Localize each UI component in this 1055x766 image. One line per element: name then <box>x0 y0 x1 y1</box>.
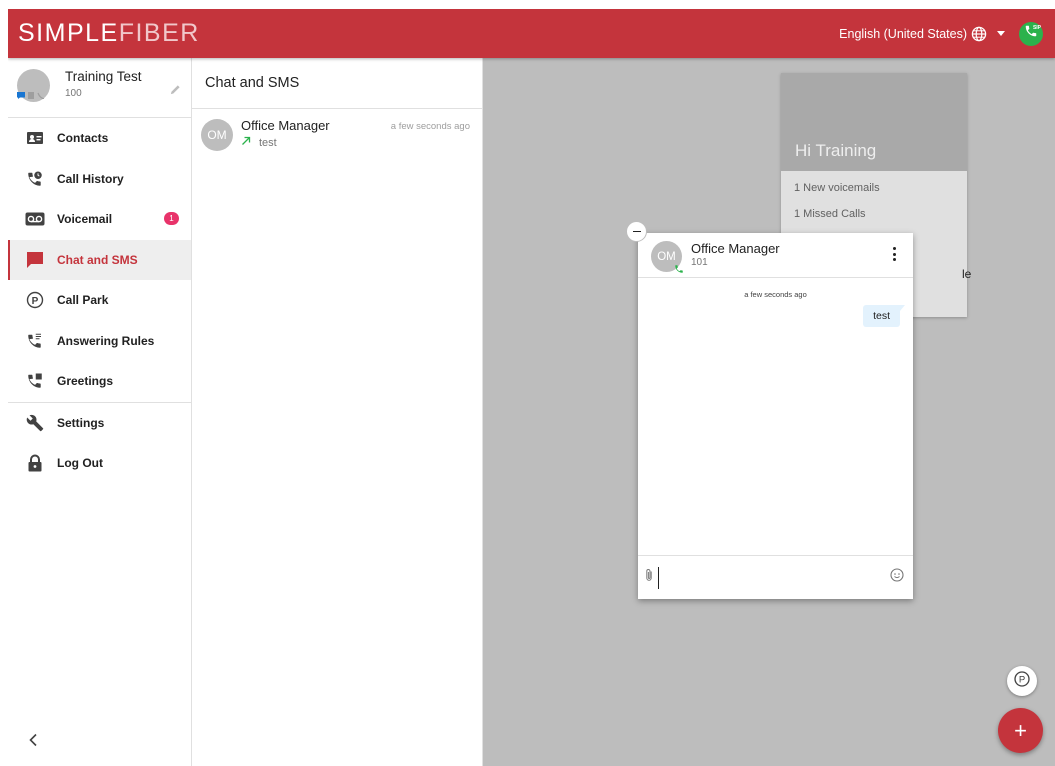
brand-logo: SIMPLEFIBER <box>18 19 200 48</box>
chat-window-header: OM Office Manager 101 <box>638 233 913 278</box>
outgoing-arrow-icon <box>241 136 251 149</box>
app-window: SIMPLEFIBER English (United States) SIP <box>8 9 1055 766</box>
phone-status-icon <box>37 86 45 104</box>
profile-name: Training Test <box>65 69 142 84</box>
answering-rules-icon <box>25 331 45 351</box>
sidebar-item-contacts[interactable]: Contacts <box>8 118 191 159</box>
contacts-icon <box>25 128 45 148</box>
outgoing-message-bubble: test <box>863 305 905 327</box>
svg-text:P: P <box>1019 674 1025 685</box>
sidebar: Training Test 100 Contacts Call History … <box>8 58 192 766</box>
profile-extension: 100 <box>65 88 82 99</box>
message-composer <box>638 555 913 599</box>
call-park-icon: P <box>25 290 45 310</box>
sidebar-item-label: Chat and SMS <box>57 252 138 267</box>
conversation-time: a few seconds ago <box>390 121 470 132</box>
new-voicemails-summary[interactable]: 1 New voicemails <box>781 175 967 201</box>
sidebar-item-label: Voicemail <box>57 212 113 227</box>
chat-window: OM Office Manager 101 a few seconds ago … <box>638 233 913 599</box>
voicemail-icon <box>25 209 45 229</box>
avatar <box>17 69 50 102</box>
language-label: English (United States) <box>839 26 967 41</box>
voicemail-count-badge: 1 <box>164 212 179 225</box>
welcome-greeting: Hi Training <box>795 141 877 160</box>
paperclip-icon[interactable] <box>644 568 654 587</box>
conversation-name: Office Manager <box>241 118 330 133</box>
call-history-icon <box>25 169 45 189</box>
missed-calls-summary[interactable]: 1 Missed Calls <box>781 201 967 227</box>
language-selector[interactable]: English (United States) <box>839 26 987 42</box>
chat-status-icon <box>17 86 25 104</box>
sidebar-item-chat-and-sms[interactable]: Chat and SMS <box>8 239 191 280</box>
add-button[interactable]: + <box>998 708 1043 753</box>
call-park-icon: P <box>1013 670 1031 693</box>
sidebar-item-greetings[interactable]: Greetings <box>8 361 191 402</box>
sidebar-item-call-park[interactable]: P Call Park <box>8 280 191 321</box>
sidebar-item-settings[interactable]: Settings <box>8 403 191 444</box>
greetings-icon <box>25 371 45 391</box>
sidebar-item-label: Call Park <box>57 293 109 308</box>
sidebar-item-call-history[interactable]: Call History <box>8 159 191 200</box>
conversation-item[interactable]: OM Office Manager a few seconds ago test <box>192 109 482 159</box>
minimize-chat-button[interactable] <box>626 221 647 242</box>
welcome-partial-text: le <box>962 267 972 281</box>
globe-icon <box>971 26 987 42</box>
more-options-icon[interactable] <box>893 247 896 261</box>
message-timestamp: a few seconds ago <box>744 290 807 299</box>
collapse-sidebar-chevron-left-icon[interactable] <box>28 733 38 752</box>
sidebar-item-label: Settings <box>57 415 105 430</box>
call-park-fab[interactable]: P <box>1007 666 1037 696</box>
chat-icon <box>25 250 45 270</box>
chat-contact-extension: 101 <box>691 257 708 268</box>
sidebar-item-label: Log Out <box>57 456 103 471</box>
emoji-icon[interactable] <box>890 568 904 587</box>
sidebar-item-log-out[interactable]: Log Out <box>8 443 191 484</box>
conversation-preview: test <box>259 136 277 149</box>
wrench-icon <box>25 413 45 433</box>
top-bar: SIMPLEFIBER English (United States) SIP <box>8 9 1055 58</box>
phone-status-icon <box>674 261 684 279</box>
sidebar-item-label: Call History <box>57 171 124 186</box>
logo-part-simple: SIMPLE <box>18 19 119 47</box>
sidebar-item-label: Contacts <box>57 131 109 146</box>
chevron-down-icon[interactable] <box>997 31 1005 36</box>
sidebar-item-label: Answering Rules <box>57 333 155 348</box>
message-input[interactable] <box>658 566 884 589</box>
sip-phone-button[interactable]: SIP <box>1019 21 1043 46</box>
chat-contact-name: Office Manager <box>691 241 780 256</box>
sidebar-nav: Contacts Call History Voicemail 1 Chat a… <box>8 118 191 484</box>
svg-text:P: P <box>32 296 39 307</box>
pencil-icon[interactable] <box>170 82 181 100</box>
avatar: OM <box>201 119 233 151</box>
lock-icon <box>25 453 45 473</box>
sip-label: SIP <box>1032 24 1041 31</box>
sidebar-item-voicemail[interactable]: Voicemail 1 <box>8 199 191 240</box>
user-profile[interactable]: Training Test 100 <box>8 58 191 118</box>
sidebar-item-answering-rules[interactable]: Answering Rules <box>8 321 191 362</box>
logo-part-fiber: FIBER <box>118 19 200 47</box>
panel-title: Chat and SMS <box>192 58 482 109</box>
presence-status-icon <box>27 86 35 104</box>
conversation-list-panel: Chat and SMS OM Office Manager a few sec… <box>192 58 483 766</box>
sidebar-item-label: Greetings <box>57 374 114 389</box>
